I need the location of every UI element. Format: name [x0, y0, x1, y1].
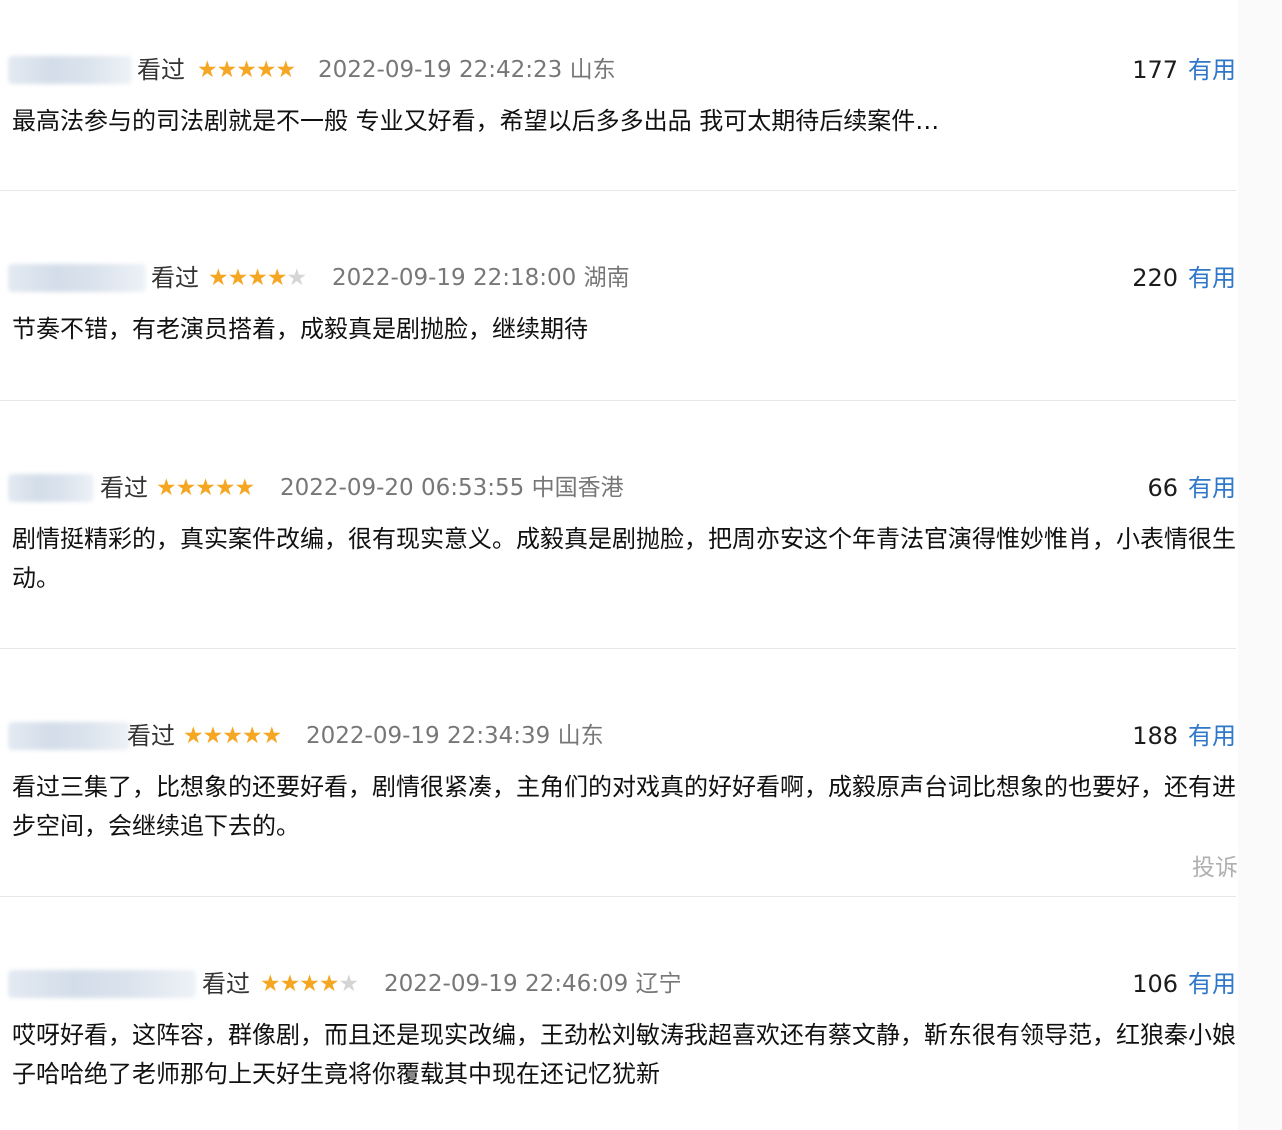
star-filled-icon: ★: [202, 723, 224, 749]
useful-count: 177: [1132, 56, 1178, 84]
star-filled-icon: ★: [299, 971, 320, 997]
review-date: 2022-09-19 22:46:09: [384, 971, 629, 997]
review-location: 湖南: [583, 265, 630, 291]
star-filled-icon: ★: [234, 475, 256, 501]
username-blurred[interactable]: [8, 970, 196, 998]
star-filled-icon: ★: [216, 57, 238, 83]
star-filled-icon: ★: [195, 475, 216, 501]
star-filled-icon: ★: [197, 57, 218, 83]
review-time: 2022-09-19 22:34:39 山东: [306, 718, 604, 754]
star-empty-icon: ★: [338, 971, 360, 997]
star-rating: ★★★★★: [197, 52, 297, 88]
username-blurred[interactable]: [8, 56, 132, 84]
review-date: 2022-09-19 22:18:00: [332, 265, 577, 291]
star-filled-icon: ★: [266, 265, 288, 291]
review-meta: 看过 ★★★★★ 2022-09-19 22:42:23 山东 177 有用: [0, 52, 1236, 88]
useful-button[interactable]: 有用: [1188, 970, 1236, 998]
useful-button[interactable]: 有用: [1188, 474, 1236, 502]
watch-status: 看过: [151, 264, 199, 292]
review-date: 2022-09-19 22:34:39: [306, 723, 551, 749]
review-time: 2022-09-19 22:42:23 山东: [318, 52, 616, 88]
review-time: 2022-09-19 22:46:09 辽宁: [384, 966, 682, 1002]
star-filled-icon: ★: [241, 723, 263, 749]
useful-count: 106: [1132, 970, 1178, 998]
username-blurred[interactable]: [8, 474, 94, 502]
review-content: 剧情挺精彩的，真实案件改编，很有现实意义。成毅真是剧抛脸，把周亦安这个年青法官演…: [12, 525, 1236, 592]
username-blurred[interactable]: [8, 722, 130, 750]
star-filled-icon: ★: [208, 265, 229, 291]
star-filled-icon: ★: [222, 723, 243, 749]
useful-count: 188: [1132, 722, 1178, 750]
star-filled-icon: ★: [260, 971, 281, 997]
star-filled-icon: ★: [236, 57, 257, 83]
review-location: 辽宁: [635, 971, 682, 997]
divider: [0, 190, 1236, 191]
star-filled-icon: ★: [175, 475, 197, 501]
review-content: 哎呀好看，这阵容，群像剧，而且还是现实改编，王劲松刘敏涛我超喜欢还有蔡文静，靳东…: [12, 1021, 1236, 1088]
useful-button[interactable]: 有用: [1188, 56, 1236, 84]
useful-vote: 106 有用: [1132, 966, 1236, 1002]
useful-vote: 220 有用: [1132, 260, 1236, 296]
star-filled-icon: ★: [183, 723, 204, 749]
star-empty-icon: ★: [286, 265, 308, 291]
watch-status: 看过: [202, 970, 250, 998]
review-location: 中国香港: [531, 475, 624, 501]
star-filled-icon: ★: [275, 57, 297, 83]
useful-vote: 188 有用: [1132, 718, 1236, 754]
review-meta: 看过 ★★★★★ 2022-09-19 22:34:39 山东 188 有用: [0, 718, 1236, 754]
review-date: 2022-09-20 06:53:55: [280, 475, 525, 501]
star-rating: ★★★★★: [183, 718, 283, 754]
useful-button[interactable]: 有用: [1188, 722, 1236, 750]
divider: [0, 896, 1236, 897]
review-meta: 看过 ★★★★★ 2022-09-19 22:18:00 湖南 220 有用: [0, 260, 1236, 296]
report-button[interactable]: 投诉: [1192, 852, 1238, 884]
review-content: 最高法参与的司法剧就是不一般 专业又好看，希望以后多多出品 我可太期待后续案件…: [12, 107, 940, 135]
useful-button[interactable]: 有用: [1188, 264, 1236, 292]
divider: [0, 400, 1236, 401]
username-blurred[interactable]: [8, 264, 146, 292]
star-rating: ★★★★★: [208, 260, 308, 296]
review-meta: 看过 ★★★★★ 2022-09-20 06:53:55 中国香港 66 有用: [0, 470, 1236, 506]
star-rating: ★★★★★: [156, 470, 256, 506]
review-meta: 看过 ★★★★★ 2022-09-19 22:46:09 辽宁 106 有用: [0, 966, 1236, 1002]
review-list: 看过 ★★★★★ 2022-09-19 22:42:23 山东 177 有用 最高…: [0, 0, 1282, 1130]
watch-status: 看过: [127, 722, 175, 750]
star-filled-icon: ★: [156, 475, 177, 501]
star-filled-icon: ★: [247, 265, 268, 291]
review-time: 2022-09-20 06:53:55 中国香港: [280, 470, 624, 506]
watch-status: 看过: [100, 474, 148, 502]
useful-count: 220: [1132, 264, 1178, 292]
page-edge: [1238, 0, 1282, 1130]
star-filled-icon: ★: [227, 265, 249, 291]
star-filled-icon: ★: [261, 723, 283, 749]
review-content: 节奏不错，有老演员搭着，成毅真是剧抛脸，继续期待: [12, 315, 588, 343]
review-date: 2022-09-19 22:42:23: [318, 57, 563, 83]
review-time: 2022-09-19 22:18:00 湖南: [332, 260, 630, 296]
review-content: 看过三集了，比想象的还要好看，剧情很紧凑，主角们的对戏真的好好看啊，成毅原声台词…: [12, 773, 1236, 840]
star-filled-icon: ★: [318, 971, 340, 997]
review-location: 山东: [557, 723, 604, 749]
review-location: 山东: [569, 57, 616, 83]
star-filled-icon: ★: [214, 475, 236, 501]
star-filled-icon: ★: [255, 57, 277, 83]
divider: [0, 648, 1236, 649]
watch-status: 看过: [137, 56, 185, 84]
star-rating: ★★★★★: [260, 966, 360, 1002]
useful-vote: 66 有用: [1147, 470, 1236, 506]
useful-count: 66: [1147, 474, 1178, 502]
star-filled-icon: ★: [279, 971, 301, 997]
useful-vote: 177 有用: [1132, 52, 1236, 88]
